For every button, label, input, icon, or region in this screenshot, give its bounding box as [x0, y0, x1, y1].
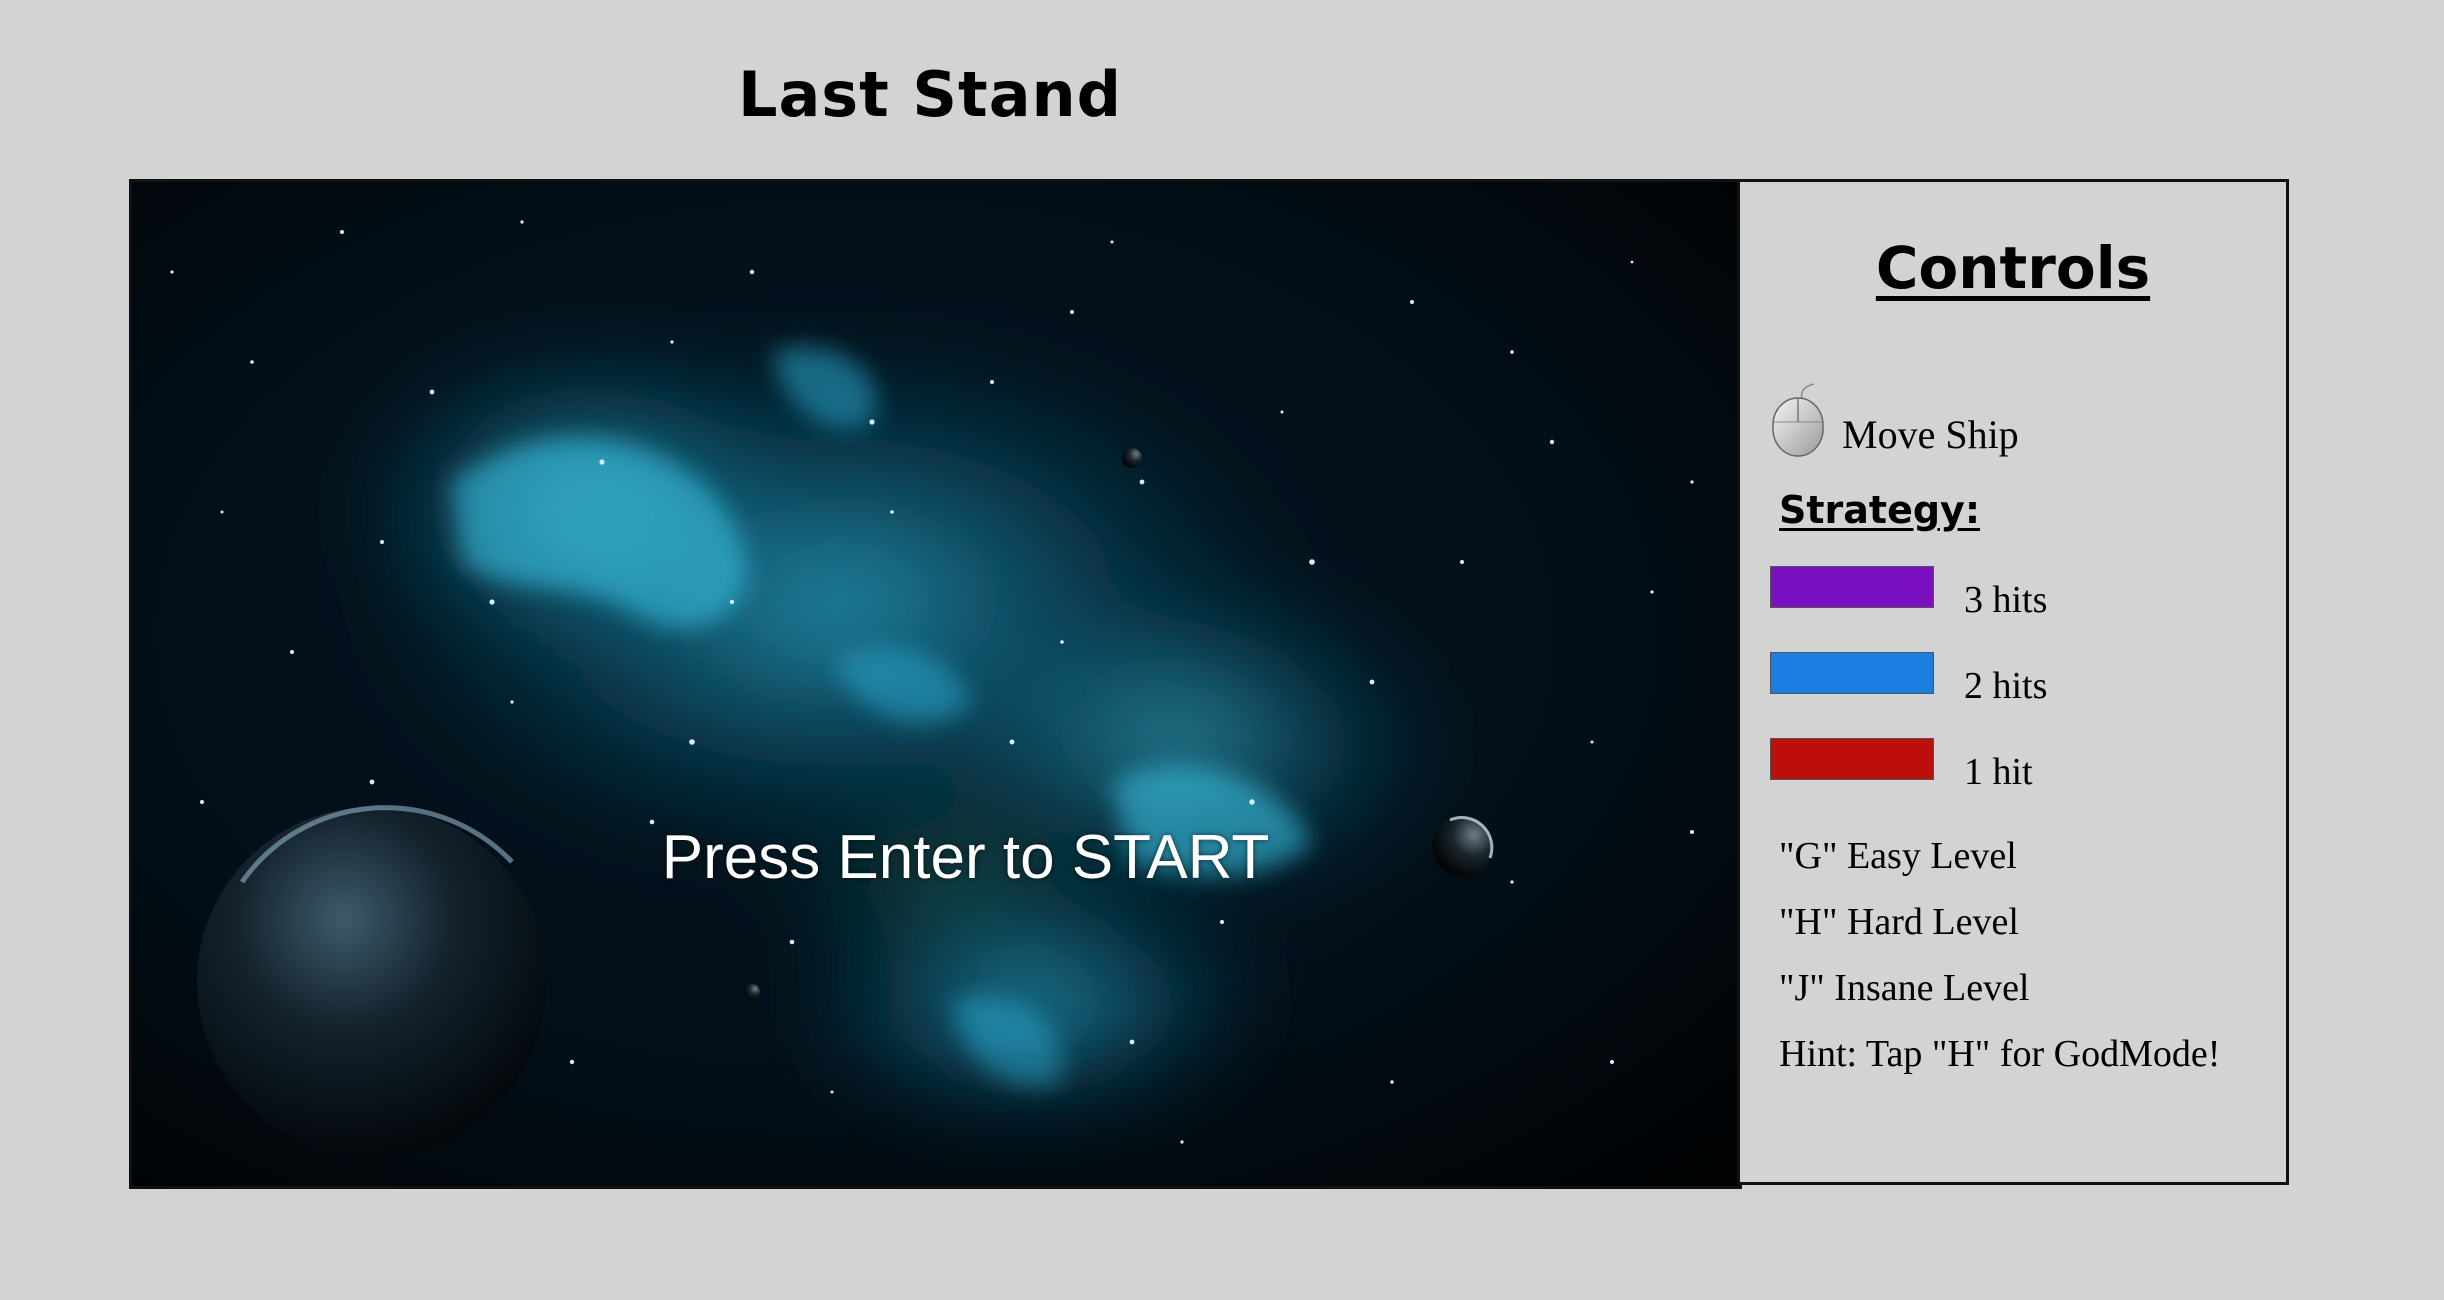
controls-panel: Controls Move Ship Strategy: 3 hits 2 hi… [1737, 179, 2289, 1185]
key-hint-godmode: Hint: Tap "H" for GodMode! [1779, 1033, 2221, 1075]
key-hint-hard: "H" Hard Level [1779, 901, 2019, 943]
legend-row-1-hit: 1 hit [1770, 738, 2033, 793]
enemy-color-swatch-purple [1770, 566, 1934, 608]
legend-label: 2 hits [1964, 665, 2048, 707]
game-canvas[interactable]: Press Enter to START [129, 179, 1742, 1189]
mouse-icon [1772, 383, 1824, 457]
legend-row-2-hits: 2 hits [1770, 652, 2047, 707]
legend-row-3-hits: 3 hits [1770, 566, 2047, 621]
move-control-row: Move Ship [1770, 380, 2019, 460]
legend-label: 3 hits [1964, 579, 2048, 621]
start-prompt[interactable]: Press Enter to START [132, 822, 1739, 893]
enemy-color-swatch-blue [1770, 652, 1934, 694]
strategy-heading: Strategy: [1779, 488, 1981, 532]
space-background [132, 182, 1739, 1186]
page-title: Last Stand [737, 58, 1123, 131]
controls-heading: Controls [1875, 234, 2151, 302]
key-hint-insane: "J" Insane Level [1779, 967, 2030, 1009]
move-ship-label: Move Ship [1842, 412, 2019, 457]
key-hint-easy: "G" Easy Level [1779, 835, 2017, 877]
legend-label: 1 hit [1964, 751, 2033, 793]
enemy-color-swatch-red [1770, 738, 1934, 780]
